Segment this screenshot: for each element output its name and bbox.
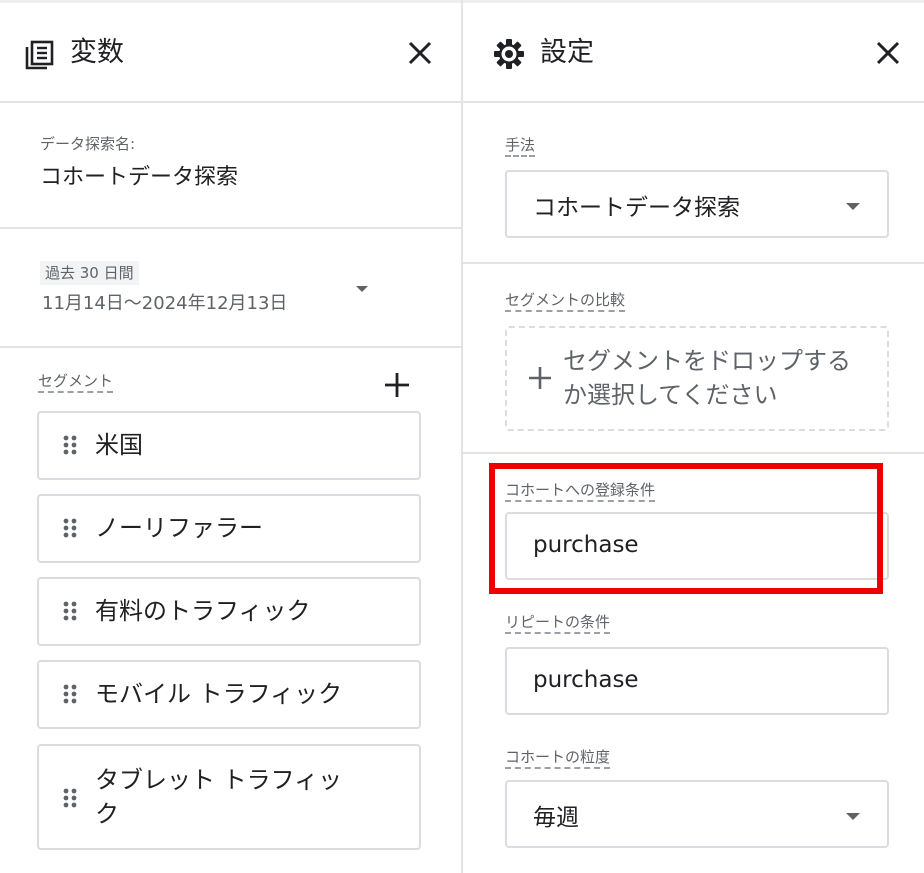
segment-compare-label: セグメントの比較 bbox=[505, 291, 626, 312]
granularity-label-wrap: コホートの粒度 bbox=[505, 747, 611, 769]
variables-icon bbox=[25, 40, 54, 70]
variables-header: 変数 bbox=[0, 3, 462, 101]
date-dropdown-icon[interactable] bbox=[356, 286, 368, 292]
granularity-label: コホートの粒度 bbox=[505, 748, 611, 769]
segment-label: 有料のトラフィック bbox=[95, 597, 311, 625]
segment-card[interactable]: タブレット トラフィッ ク bbox=[37, 744, 421, 850]
close-icon[interactable] bbox=[403, 36, 437, 70]
variables-panel: 変数 データ探索名: コホートデータ探索 過去 30 日間 11月14日～202… bbox=[0, 0, 462, 873]
drag-handle-icon bbox=[63, 601, 77, 621]
drag-handle-icon bbox=[63, 684, 77, 704]
divider bbox=[463, 452, 924, 454]
segment-drop-zone[interactable]: セグメントをドロップするか選択してください bbox=[505, 326, 889, 431]
chevron-down-icon bbox=[846, 813, 860, 820]
highlight-box bbox=[489, 463, 883, 594]
plus-icon bbox=[529, 367, 551, 389]
drag-handle-icon bbox=[63, 518, 77, 538]
exploration-name[interactable]: コホートデータ探索 bbox=[40, 159, 238, 191]
settings-panel: 設定 bbox=[463, 0, 924, 873]
technique-label: 手法 bbox=[505, 136, 536, 157]
segment-card[interactable]: モバイル トラフィック bbox=[37, 660, 421, 729]
segment-label: タブレット トラフィッ bbox=[95, 766, 343, 794]
return-label: リピートの条件 bbox=[505, 613, 611, 634]
divider bbox=[0, 101, 461, 103]
segment-card[interactable]: ノーリファラー bbox=[37, 494, 421, 563]
segments-label-wrap: セグメント bbox=[38, 371, 114, 393]
technique-value: コホートデータ探索 bbox=[533, 195, 740, 221]
technique-label-wrap: 手法 bbox=[505, 135, 536, 157]
exploration-name-label: データ探索名: bbox=[40, 135, 136, 153]
granularity-select[interactable]: 毎週 bbox=[505, 780, 889, 848]
gear-icon bbox=[494, 39, 524, 69]
segment-label-line2: ク bbox=[95, 800, 119, 828]
segment-card[interactable]: 有料のトラフィック bbox=[37, 577, 421, 646]
return-input[interactable]: purchase bbox=[505, 647, 889, 715]
segment-card[interactable]: 米国 bbox=[37, 411, 421, 480]
return-label-wrap: リピートの条件 bbox=[505, 612, 611, 634]
divider bbox=[0, 346, 461, 348]
segment-drop-text: セグメントをドロップするか選択してください bbox=[563, 347, 851, 409]
divider bbox=[463, 262, 924, 264]
divider bbox=[0, 227, 461, 229]
drag-handle-icon bbox=[63, 788, 77, 808]
drag-handle-icon bbox=[63, 435, 77, 455]
segment-label: モバイル トラフィック bbox=[95, 680, 343, 708]
date-range-chip: 過去 30 日間 bbox=[40, 261, 139, 285]
granularity-value: 毎週 bbox=[533, 805, 579, 831]
technique-select[interactable]: コホートデータ探索 bbox=[505, 170, 889, 238]
settings-header: 設定 bbox=[463, 3, 924, 101]
chevron-down-icon bbox=[846, 203, 860, 210]
variables-title: 変数 bbox=[70, 37, 124, 68]
date-range-text[interactable]: 11月14日～2024年12月13日 bbox=[42, 289, 287, 315]
return-value: purchase bbox=[533, 667, 639, 693]
settings-title: 設定 bbox=[540, 37, 594, 68]
add-segment-icon[interactable] bbox=[382, 370, 412, 400]
divider bbox=[463, 101, 924, 103]
segment-compare-label-wrap: セグメントの比較 bbox=[505, 290, 626, 312]
segment-label: ノーリファラー bbox=[95, 514, 263, 542]
close-icon[interactable] bbox=[871, 36, 905, 70]
segment-label: 米国 bbox=[95, 431, 143, 459]
segments-label: セグメント bbox=[38, 372, 114, 393]
